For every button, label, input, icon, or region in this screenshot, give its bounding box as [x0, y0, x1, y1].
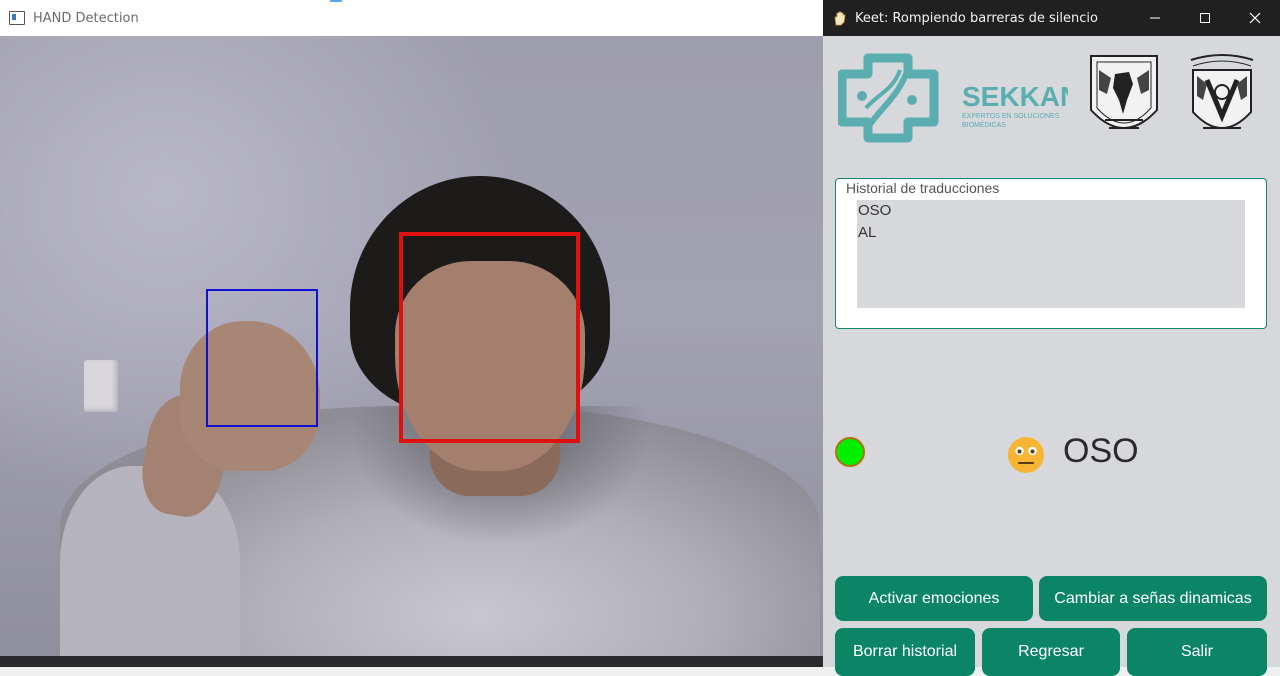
current-translation-label: OSO — [1063, 432, 1139, 470]
camera-bottom-strip — [0, 656, 823, 667]
maximize-icon — [1200, 13, 1210, 23]
unam-crest-logo — [1090, 55, 1158, 129]
camera-feed — [0, 36, 823, 667]
translation-history-group: Historial de traducciones OSO AL — [835, 178, 1267, 329]
maximize-button[interactable] — [1180, 0, 1230, 36]
history-item[interactable]: OSO — [857, 200, 1245, 222]
history-title: Historial de traducciones — [846, 180, 1000, 196]
svg-text:EXPERTOS EN SOLUCIONES: EXPERTOS EN SOLUCIONES — [962, 113, 1060, 120]
history-item[interactable]: AL — [857, 222, 1245, 244]
close-icon — [1249, 12, 1261, 24]
ciencias-crest-logo — [1190, 54, 1254, 129]
switch-dynamic-signs-button[interactable]: Cambiar a señas dinamicas — [1039, 576, 1267, 621]
detection-status-indicator — [835, 437, 865, 467]
back-button[interactable]: Regresar — [982, 628, 1120, 676]
wall-switch — [84, 360, 118, 412]
neutral-face-emoji-icon — [1008, 437, 1044, 473]
svg-text:BIOMÉDICAS: BIOMÉDICAS — [962, 120, 1006, 129]
camera-window-titlebar[interactable]: HAND Detection — [0, 0, 823, 37]
titlebar-accent — [330, 0, 342, 2]
control-window-title: Keet: Rompiendo barreras de silencio — [855, 10, 1098, 26]
face-bounding-box — [399, 232, 580, 443]
clear-history-button[interactable]: Borrar historial — [835, 628, 975, 676]
svg-text:SEKKAN: SEKKAN — [962, 81, 1068, 112]
minimize-icon — [1150, 17, 1160, 19]
hand-detection-window: HAND Detection — [0, 0, 823, 667]
activate-emotions-button[interactable]: Activar emociones — [835, 576, 1033, 621]
control-window-titlebar[interactable]: Keet: Rompiendo barreras de silencio — [823, 0, 1280, 36]
sekkan-logo: SEKKAN EXPERTOS EN SOLUCIONES BIOMÉDICAS — [838, 53, 1068, 143]
camera-window-title: HAND Detection — [33, 10, 139, 26]
keet-control-window: Keet: Rompiendo barreras de silencio SEK… — [823, 0, 1280, 676]
translation-history-list[interactable]: OSO AL — [857, 200, 1245, 308]
minimize-button[interactable] — [1130, 0, 1180, 36]
hand-app-icon — [832, 10, 848, 26]
window-app-icon — [9, 11, 25, 25]
exit-button[interactable]: Salir — [1127, 628, 1267, 676]
hand-bounding-box — [206, 289, 318, 427]
close-button[interactable] — [1230, 0, 1280, 36]
